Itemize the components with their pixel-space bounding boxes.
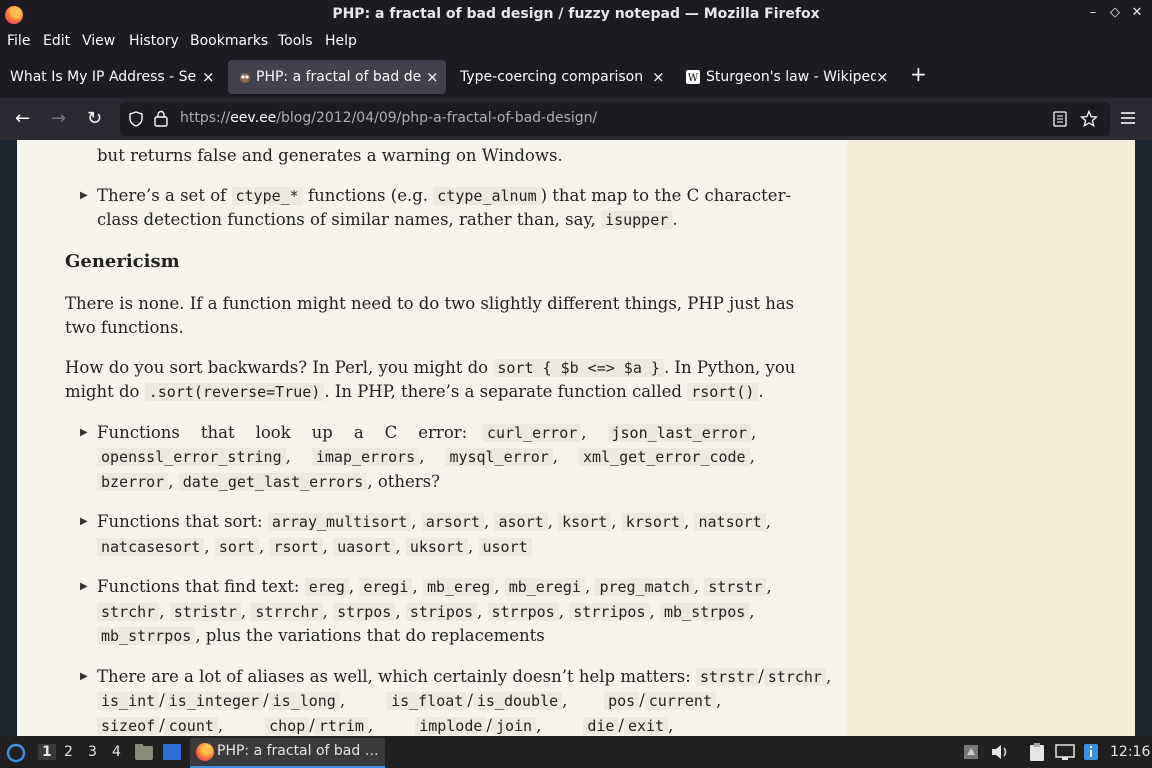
list-item: There’s a set of ctype_* functions (e.g.… xyxy=(97,186,792,205)
firefox-icon xyxy=(196,743,214,761)
menu-help[interactable]: Help xyxy=(325,33,357,49)
menu-history[interactable]: History xyxy=(129,33,179,49)
close-window-button[interactable]: ✕ xyxy=(1128,5,1146,20)
menu-tools[interactable]: Tools xyxy=(278,33,313,49)
bullet-icon: ▶ xyxy=(80,427,88,438)
bullet-icon: ▶ xyxy=(80,581,88,592)
list-item-cont: openssl_error_string, imap_errors, mysql… xyxy=(97,445,755,469)
page-sidebar xyxy=(847,140,1135,736)
reload-button[interactable]: ↻ xyxy=(87,108,102,129)
back-button[interactable]: ← xyxy=(15,108,30,129)
tab-strip: What Is My IP Address - See × PHP: a fra… xyxy=(0,56,1152,98)
lock-icon[interactable] xyxy=(154,110,168,127)
desktop-edge-right xyxy=(1135,140,1152,736)
show-desktop-icon[interactable] xyxy=(162,743,182,761)
taskbar-window-label: PHP: a fractal of bad … xyxy=(217,743,379,759)
reader-view-icon[interactable] xyxy=(1053,111,1067,127)
paragraph: two functions. xyxy=(65,318,184,337)
workspace-4[interactable]: 4 xyxy=(112,744,121,760)
list-item: Functions that sort: array_multisort, ar… xyxy=(97,512,771,531)
list-item-cont: bzerror, date_get_last_errors, others? xyxy=(97,470,440,494)
tray-notification-icon[interactable] xyxy=(962,743,980,761)
bullet-icon: ▶ xyxy=(80,671,88,682)
shield-icon[interactable] xyxy=(128,111,144,127)
svg-text:W: W xyxy=(688,73,699,84)
paragraph: There is none. If a function might need … xyxy=(65,294,795,313)
clock: 12:16 xyxy=(1110,744,1151,760)
window-title: PHP: a fractal of bad design / fuzzy not… xyxy=(332,6,820,22)
tab-label: What Is My IP Address - See xyxy=(10,69,196,85)
list-item-cont: sizeof / count, chop / rtrim, implode / join, … xyxy=(97,714,673,736)
bullet-icon: ▶ xyxy=(80,190,88,201)
tab-close-icon[interactable]: × xyxy=(876,68,889,86)
url-bar[interactable]: https://eev.ee/blog/2012/04/09/php-a-fra… xyxy=(120,102,1110,136)
url-text[interactable]: https://eev.ee/blog/2012/04/09/php-a-fra… xyxy=(180,110,597,126)
menu-bar: File Edit View History Bookmarks Tools H… xyxy=(0,30,1152,54)
owl-favicon-icon xyxy=(240,73,250,83)
start-menu-icon[interactable] xyxy=(6,743,26,763)
section-heading: Genericism xyxy=(65,251,180,272)
menu-bookmarks[interactable]: Bookmarks xyxy=(190,33,268,49)
tab-type-coercing[interactable]: Type-coercing comparison o × xyxy=(450,60,672,94)
minimize-button[interactable]: – xyxy=(1084,5,1102,20)
list-item: There are a lot of aliases as well, whic… xyxy=(97,667,832,686)
article-content: but returns false and generates a warnin… xyxy=(17,140,847,736)
maximize-button[interactable]: ◇ xyxy=(1106,5,1124,20)
network-icon[interactable] xyxy=(1054,743,1076,761)
bookmark-star-icon[interactable] xyxy=(1080,110,1098,128)
list-item-cont: natcasesort, sort, rsort, uasort, uksort… xyxy=(97,535,532,559)
list-item-cont: strchr, stristr, strrchr, strpos, stripo… xyxy=(97,600,755,624)
workspace-3[interactable]: 3 xyxy=(88,744,97,760)
navigation-toolbar: ← → ↻ https://eev.ee/blog/2012/04/09/php… xyxy=(0,98,1152,140)
tab-close-icon[interactable]: × xyxy=(652,68,665,86)
list-item-cont: class detection functions of similar nam… xyxy=(97,210,678,229)
wikipedia-favicon-icon: W xyxy=(686,70,700,84)
list-item: Functions that look up a C error: curl_e… xyxy=(97,423,757,442)
paragraph: How do you sort backwards? In Perl, you … xyxy=(65,358,796,377)
menu-edit[interactable]: Edit xyxy=(43,33,70,49)
tab-label: Type-coercing comparison o xyxy=(460,69,648,85)
clipboard-icon[interactable] xyxy=(1028,742,1046,762)
taskbar-firefox-window[interactable]: PHP: a fractal of bad … xyxy=(190,738,385,768)
volume-icon[interactable] xyxy=(990,743,1010,761)
bullet-icon: ▶ xyxy=(80,516,88,527)
tab-sturgeons-law[interactable]: W Sturgeon's law - Wikipedi × xyxy=(676,60,898,94)
list-item: Functions that find text: ereg, eregi, m… xyxy=(97,577,772,596)
list-item-cont: mb_strrpos, plus the variations that do … xyxy=(97,624,545,648)
desktop-edge-left xyxy=(0,140,17,736)
hamburger-menu-icon[interactable] xyxy=(1120,111,1136,125)
workspace-2[interactable]: 2 xyxy=(64,744,73,760)
tab-php-fractal[interactable]: PHP: a fractal of bad desi × xyxy=(228,60,446,94)
tab-ip-address[interactable]: What Is My IP Address - See × xyxy=(0,60,222,94)
tab-label: Sturgeon's law - Wikipedi xyxy=(706,69,876,85)
title-bar: PHP: a fractal of bad design / fuzzy not… xyxy=(0,0,1152,30)
menu-view[interactable]: View xyxy=(82,33,115,49)
tab-close-icon[interactable]: × xyxy=(426,68,439,86)
workspace-1[interactable]: 1 xyxy=(38,744,56,760)
file-manager-icon[interactable] xyxy=(134,743,154,761)
menu-file[interactable]: File xyxy=(7,33,30,49)
tab-close-icon[interactable]: × xyxy=(202,68,215,86)
window-controls: – ◇ ✕ xyxy=(1084,5,1146,20)
new-tab-button[interactable]: + xyxy=(910,62,927,86)
taskbar: 1 2 3 4 PHP: a fractal of bad … 12:16 xyxy=(0,736,1152,768)
paragraph: might do .sort(reverse=True). In PHP, th… xyxy=(65,382,764,401)
forward-button[interactable]: → xyxy=(51,108,66,129)
tab-label: PHP: a fractal of bad desi xyxy=(256,69,422,85)
list-item-cont: is_int / is_integer / is_long, is_float / is_d… xyxy=(97,689,721,713)
info-icon[interactable] xyxy=(1082,742,1100,762)
paragraph-line: but returns false and generates a warnin… xyxy=(97,146,563,165)
